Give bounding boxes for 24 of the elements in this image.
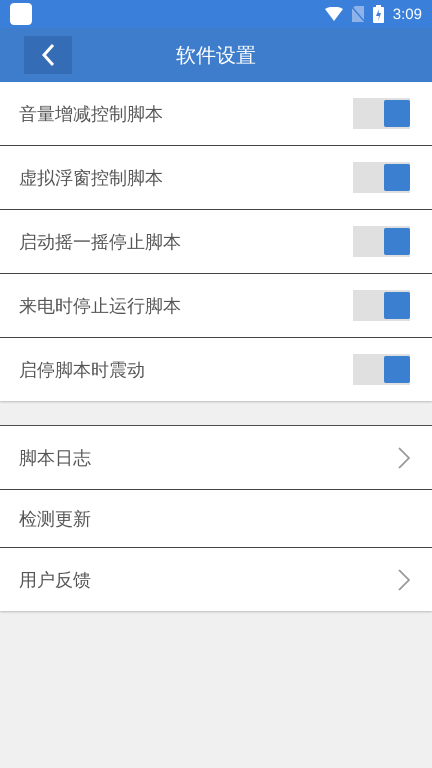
menu-item[interactable]: 用户反馈: [0, 548, 432, 611]
back-icon: [41, 43, 55, 67]
screen-title: 软件设置: [176, 42, 256, 68]
setting-label: 来电时停止运行脚本: [19, 294, 181, 318]
menu-item[interactable]: 检测更新: [0, 490, 432, 548]
toggle-switch[interactable]: [353, 354, 410, 385]
menu-label: 用户反馈: [19, 568, 91, 592]
toggle-switch[interactable]: [353, 162, 410, 193]
battery-icon: [372, 5, 384, 23]
toggle-switch[interactable]: [353, 290, 410, 321]
status-time: 3:09: [392, 6, 422, 22]
setting-label: 虚拟浮窗控制脚本: [19, 166, 163, 190]
toggle-switch[interactable]: [353, 226, 410, 257]
no-sim-icon: [352, 6, 364, 22]
setting-label: 音量增减控制脚本: [19, 102, 163, 126]
wifi-icon: [324, 7, 343, 21]
setting-label: 启动摇一摇停止脚本: [19, 230, 181, 254]
menu-item[interactable]: 脚本日志: [0, 426, 432, 490]
back-button[interactable]: [24, 36, 72, 74]
app-icon: [10, 3, 32, 25]
menu-label: 脚本日志: [19, 446, 91, 470]
setting-label: 启停脚本时震动: [19, 358, 145, 382]
toggle-switch[interactable]: [353, 98, 410, 129]
menu-label: 检测更新: [19, 508, 91, 530]
